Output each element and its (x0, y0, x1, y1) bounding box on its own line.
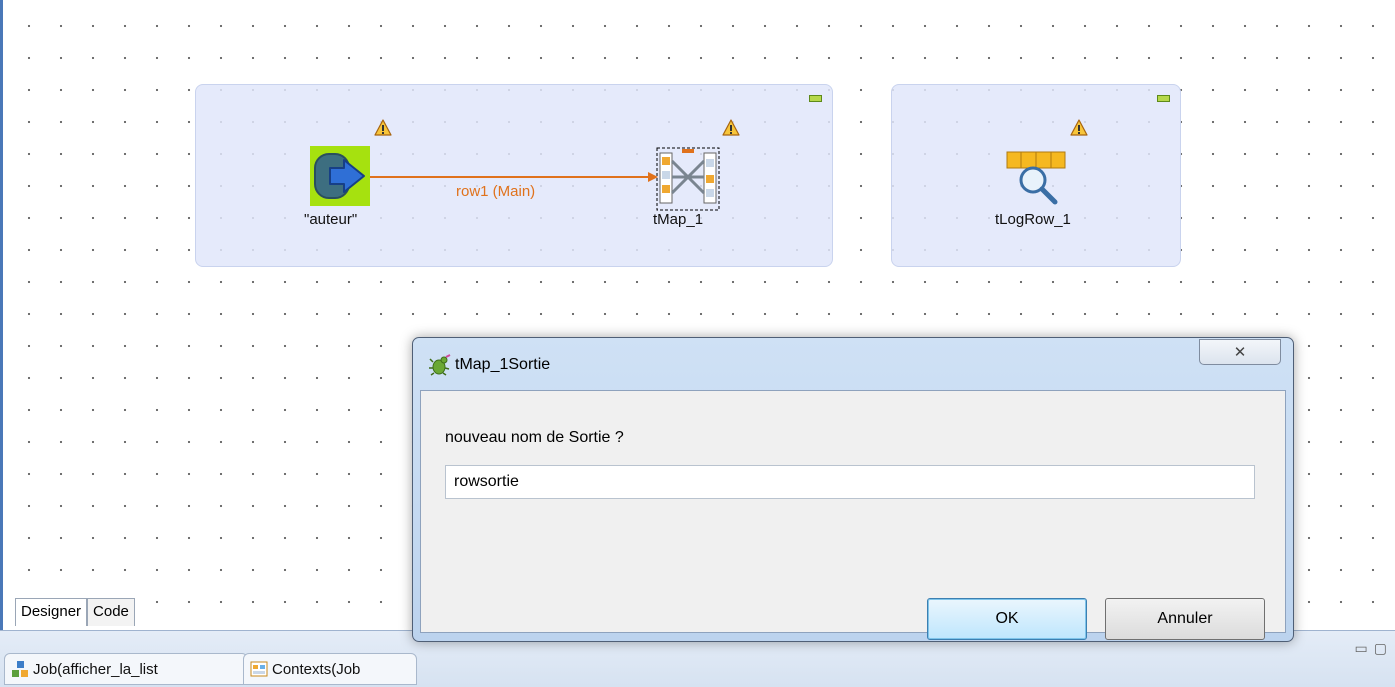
input-component-label: "auteur" (304, 211, 358, 228)
warning-icon (1070, 119, 1088, 136)
maximize-icon[interactable]: ▢ (1374, 641, 1387, 657)
subjob-collapse-button[interactable] (1157, 95, 1170, 102)
logrow-component-label: tLogRow_1 (995, 211, 1071, 228)
view-controls: ▭ ▢ (1355, 641, 1387, 657)
prompt-label: nouveau nom de Sortie ? (445, 429, 624, 446)
input-component-icon[interactable] (310, 146, 370, 206)
tab-designer[interactable]: Designer (15, 598, 88, 626)
warning-icon (722, 119, 740, 136)
tab-contexts[interactable]: Contexts(Job (243, 653, 417, 685)
warning-icon (374, 119, 392, 136)
row-link-label[interactable]: row1 (Main) (456, 183, 535, 200)
output-name-input[interactable] (445, 465, 1255, 499)
dialog-body: nouveau nom de Sortie ? OK Annuler (420, 390, 1286, 640)
tmap-component-icon[interactable] (656, 147, 720, 211)
tab-code[interactable]: Code (87, 598, 135, 626)
job-icon (12, 661, 28, 677)
rename-output-dialog: tMap_1Sortie ✕ nouveau nom de Sortie ? O… (412, 337, 1294, 642)
tab-job[interactable]: Job(afficher_la_list (4, 653, 248, 685)
tab-job-label: Job(afficher_la_list (33, 660, 158, 678)
editor-view-tabs: Designer Code (15, 598, 135, 626)
tab-contexts-label: Contexts(Job (272, 660, 361, 678)
row-link-line[interactable] (370, 170, 660, 184)
tmap-component-label: tMap_1 (653, 211, 704, 228)
cancel-button[interactable]: Annuler (1105, 598, 1265, 640)
dialog-title: tMap_1Sortie (455, 356, 551, 373)
subjob-collapse-button[interactable] (809, 95, 822, 102)
contexts-icon (250, 661, 268, 677)
talend-bug-icon (429, 354, 451, 376)
logrow-component-icon[interactable] (1005, 150, 1067, 206)
minimize-icon[interactable]: ▭ (1355, 641, 1368, 657)
close-button[interactable]: ✕ (1199, 339, 1281, 365)
dialog-titlebar[interactable]: tMap_1Sortie ✕ (413, 338, 1293, 388)
ok-button[interactable]: OK (927, 598, 1087, 640)
